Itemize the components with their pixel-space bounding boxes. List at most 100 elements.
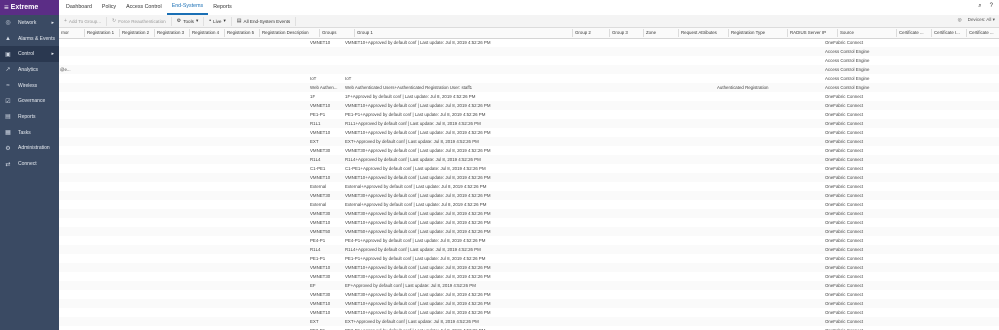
column-divider[interactable] [728, 29, 729, 37]
column-header[interactable]: Group 3 [612, 30, 628, 35]
table-row[interactable]: PE1-P1 PE1-P1+Approved by default conf | … [59, 110, 999, 119]
column-header[interactable]: Registration 1 [87, 30, 114, 35]
column-divider[interactable] [119, 29, 120, 37]
column-header[interactable]: Zone [646, 30, 656, 35]
table-row[interactable]: 1F 1F+Approved by default conf | Last upd… [59, 92, 999, 101]
tools-menu[interactable]: ⚙ Tools ▾ [172, 16, 205, 26]
table-row[interactable]: R1L4 R1L4+Approved by default conf | Last… [59, 155, 999, 164]
filter-icon[interactable]: ◎ [958, 17, 962, 23]
table-row[interactable]: Access Control Engine [59, 47, 999, 56]
table-row[interactable]: Web Authen... Web Authenticated Users+Aut… [59, 83, 999, 92]
table-row[interactable]: R1L4 R1L4+Approved by default conf | Last… [59, 245, 999, 254]
column-header[interactable]: Registration 4 [192, 30, 219, 35]
table-row[interactable]: VMNET10 VMNET10+Approved by default conf … [59, 308, 999, 317]
column-header[interactable]: Certificate ... [899, 30, 924, 35]
column-header[interactable]: RADIUS Server IP [790, 30, 826, 35]
column-header[interactable]: Certificate I... [934, 30, 960, 35]
table-row[interactable]: PE4-P1 PE4-P1+Approved by default conf | … [59, 236, 999, 245]
column-divider[interactable] [966, 29, 967, 37]
column-header[interactable]: Registration 2 [122, 30, 149, 35]
table-row[interactable]: Access Control Engine [59, 56, 999, 65]
tab-dashboard[interactable]: Dashboard [61, 0, 97, 15]
force-reauth-button[interactable]: ↻ Force Reauthentication [107, 16, 172, 26]
tab-end-systems[interactable]: End-Systems [166, 0, 209, 15]
column-divider[interactable] [189, 29, 190, 37]
table-row[interactable]: VMNET50 VMNET50+Approved by default conf … [59, 227, 999, 236]
sidebar-item-alarms-events[interactable]: ▲ Alarms & Events [0, 31, 59, 47]
table-row[interactable]: VMNET30 VMNET30+Approved by default conf … [59, 191, 999, 200]
column-header[interactable]: Registration Type [731, 30, 765, 35]
table-row[interactable]: VMNET30 VMNET30+Approved by default conf … [59, 290, 999, 299]
table-row[interactable]: EF EF+Approved by default conf | Last upd… [59, 281, 999, 290]
column-divider[interactable] [84, 29, 85, 37]
column-header[interactable]: Registration 5 [227, 30, 254, 35]
column-divider[interactable] [224, 29, 225, 37]
table-row[interactable]: External External+Approved by default con… [59, 182, 999, 191]
column-header[interactable]: Registration Description [262, 30, 309, 35]
column-divider[interactable] [572, 29, 573, 37]
column-divider[interactable] [319, 29, 320, 37]
table-row[interactable]: VMNET10 VMNET10+Approved by default conf … [59, 299, 999, 308]
cell-group1: VMNET10+Approved by default conf | Last … [345, 219, 491, 225]
table-row[interactable]: VMNET10 VMNET10+Approved by default conf … [59, 218, 999, 227]
table-row[interactable]: C1-PE1 C1-PE1+Approved by default conf | … [59, 164, 999, 173]
sidebar-item-administration[interactable]: ⚙ Administration [0, 141, 59, 157]
all-events-button[interactable]: ▤ All End-System Events [232, 16, 297, 26]
sidebar-item-connect[interactable]: ⇄ Connect [0, 156, 59, 172]
column-header[interactable]: Group 2 [575, 30, 591, 35]
table-row[interactable]: VMNET30 VMNET30+Approved by default conf … [59, 272, 999, 281]
sidebar-item-reports[interactable]: ▤ Reports [0, 109, 59, 125]
live-menu[interactable]: • Live ▾ [204, 16, 232, 26]
sidebar-item-governance[interactable]: ☑ Governance [0, 93, 59, 109]
cell-group1: R1L4+Approved by default conf | Last upd… [345, 246, 481, 252]
column-divider[interactable] [609, 29, 610, 37]
column-header[interactable]: Certificate ... [969, 30, 994, 35]
sidebar-item-control[interactable]: ▣ Control ▸ [0, 46, 59, 63]
tab-access-control[interactable]: Access Control [121, 0, 167, 15]
column-divider[interactable] [837, 29, 838, 37]
cell-group1: IoT [345, 75, 352, 81]
table-row[interactable]: VMNET10 VMNET10+Approved by default conf … [59, 128, 999, 137]
column-header[interactable]: Group 1 [357, 30, 373, 35]
table-row[interactable]: R1L1 R1L1+Approved by default conf | Last… [59, 119, 999, 128]
column-divider[interactable] [931, 29, 932, 37]
column-header[interactable]: rnor [61, 30, 69, 35]
column-header[interactable]: Request Attributes [681, 30, 717, 35]
column-divider[interactable] [259, 29, 260, 37]
sidebar-item-wireless[interactable]: ≈ Wireless [0, 78, 59, 94]
column-header[interactable]: Source [840, 30, 854, 35]
table-row[interactable]: @e... Access Control Engine [59, 65, 999, 74]
table-row[interactable]: VMNET10 VMNET10+Approved by default conf … [59, 38, 999, 47]
column-divider[interactable] [896, 29, 897, 37]
search-icon[interactable]: ⌕ [978, 3, 981, 10]
table-row[interactable]: VMNET10 VMNET10+Approved by default conf … [59, 101, 999, 110]
column-divider[interactable] [354, 29, 355, 37]
column-header[interactable]: Registration 3 [157, 30, 184, 35]
help-icon[interactable]: ? [990, 3, 993, 10]
add-to-group-button[interactable]: + Add To Group... [59, 16, 108, 26]
sidebar-item-analytics[interactable]: ↗ Analytics [0, 62, 59, 78]
column-header[interactable]: Groups [322, 30, 336, 35]
table-row[interactable]: PE1-P1 PE1-P1+Approved by default conf | … [59, 254, 999, 263]
table-row[interactable]: EXT EXT+Approved by default conf | Last u… [59, 137, 999, 146]
column-divider[interactable] [154, 29, 155, 37]
table-row[interactable]: IoT IoT Access Control Engine [59, 74, 999, 83]
cell-groups: PE1-P1 [310, 111, 326, 117]
table-row[interactable]: VMNET30 VMNET30+Approved by default conf … [59, 209, 999, 218]
table-row[interactable]: VMNET30 VMNET30+Approved by default conf … [59, 146, 999, 155]
column-divider[interactable] [678, 29, 679, 37]
column-divider[interactable] [787, 29, 788, 37]
table-row[interactable]: External External+Approved by default con… [59, 200, 999, 209]
cell-source: OneFabric Connect [825, 165, 864, 171]
column-divider[interactable] [643, 29, 644, 37]
table-row[interactable]: VMNET10 VMNET10+Approved by default conf … [59, 263, 999, 272]
tab-reports[interactable]: Reports [208, 0, 237, 15]
sidebar-item-tasks[interactable]: ▦ Tasks [0, 125, 59, 141]
devices-select[interactable]: Devices: All ▾ [968, 17, 995, 23]
table-row[interactable]: EXT EXT+Approved by default conf | Last u… [59, 317, 999, 326]
table-row[interactable]: PE2-P1 PE2-P1+Approved by default conf | … [59, 326, 999, 330]
cell-groups: 1F [310, 93, 316, 99]
tab-policy[interactable]: Policy [97, 0, 121, 15]
table-row[interactable]: VMNET10 VMNET10+Approved by default conf … [59, 173, 999, 182]
sidebar-item-network[interactable]: ◎ Network ▸ [0, 15, 59, 31]
